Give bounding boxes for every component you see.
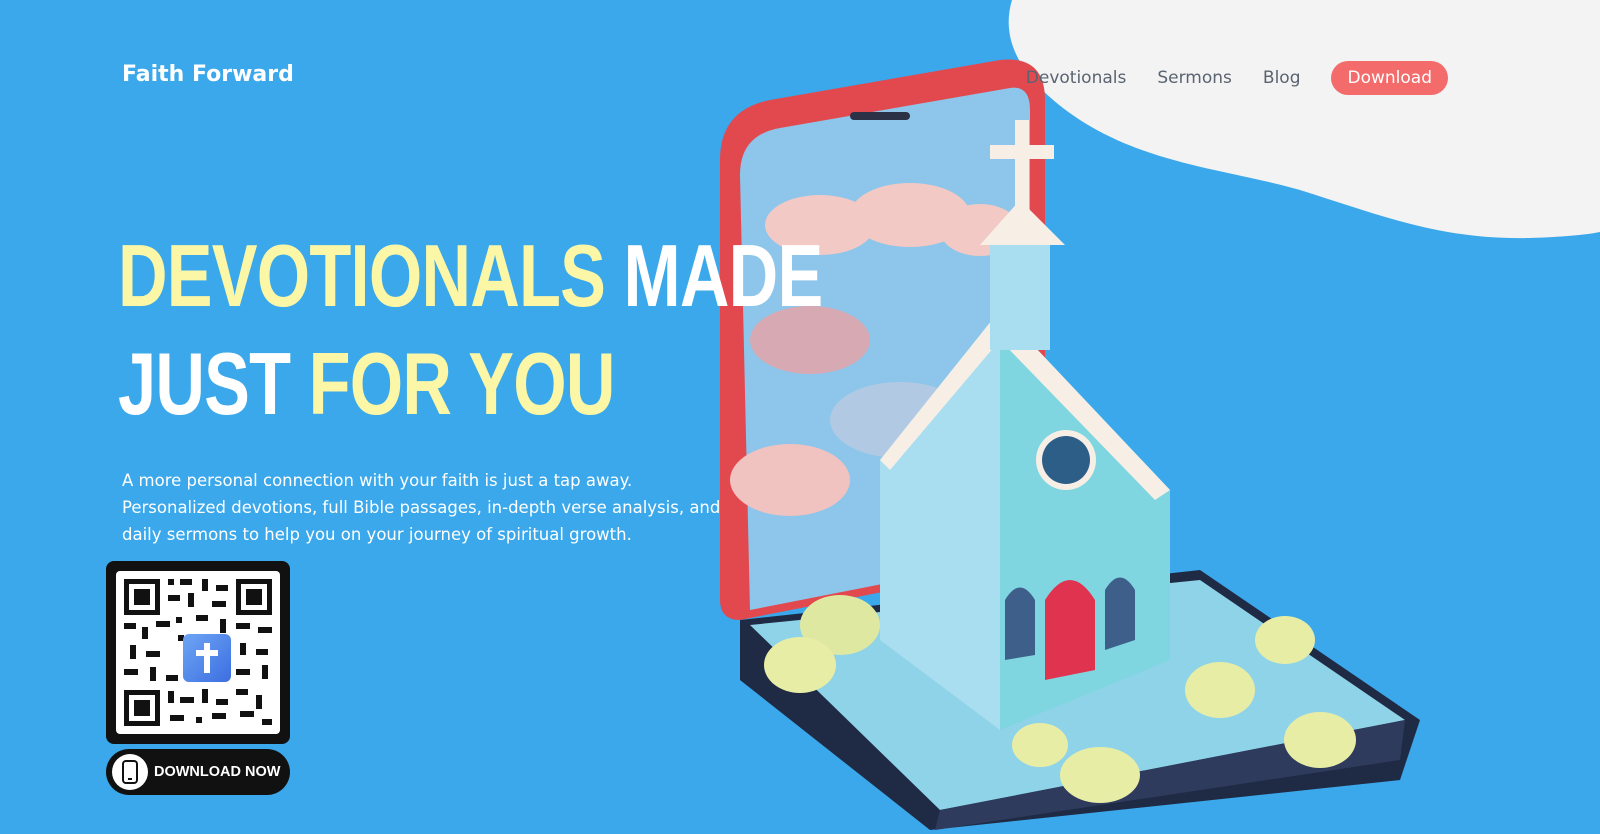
nav-link-sermons[interactable]: Sermons xyxy=(1157,68,1232,88)
hero-headline: DEVOTIONALS MADE JUST FOR YOU xyxy=(118,222,823,438)
nav-link-devotionals[interactable]: Devotionals xyxy=(1026,68,1127,88)
download-now-label: DOWNLOAD NOW xyxy=(154,764,281,780)
download-button[interactable]: Download xyxy=(1331,61,1448,95)
phone-icon xyxy=(112,754,148,790)
headline-part-just: JUST xyxy=(118,334,291,433)
description-line-1: A more personal connection with your fai… xyxy=(122,471,633,490)
hero-description: A more personal connection with your fai… xyxy=(122,467,722,548)
headline-part-made: MADE xyxy=(623,226,823,325)
site-logo[interactable]: Faith Forward xyxy=(122,62,294,87)
description-line-2: Personalized devotions, full Bible passa… xyxy=(122,498,721,517)
headline-part-for-you: FOR YOU xyxy=(308,334,616,433)
qr-code-icon xyxy=(116,571,280,734)
main-nav: Devotionals Sermons Blog Download xyxy=(1026,61,1448,95)
nav-link-blog[interactable]: Blog xyxy=(1263,68,1301,88)
headline-part-devotionals: DEVOTIONALS xyxy=(118,226,606,325)
download-now-button[interactable]: DOWNLOAD NOW xyxy=(106,749,290,795)
description-line-3: daily sermons to help you on your journe… xyxy=(122,525,632,544)
qr-code-card[interactable] xyxy=(106,561,290,744)
cross-icon xyxy=(183,634,231,682)
